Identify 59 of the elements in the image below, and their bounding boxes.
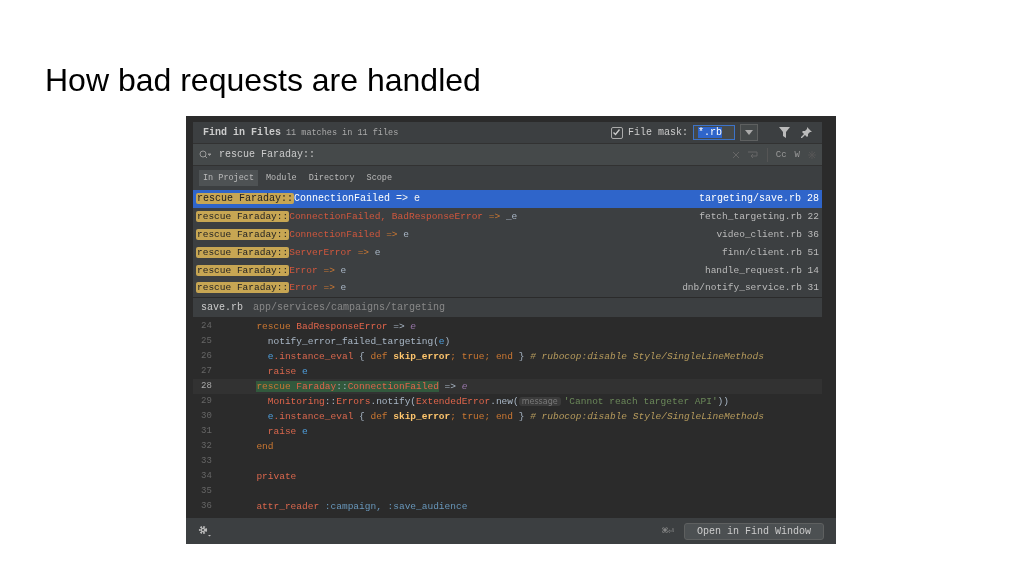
file-mask-label: File mask: xyxy=(628,127,688,138)
shortcut-hint: ⌘⏎ xyxy=(661,525,674,537)
result-code: ConnectionFailed, BadResponseError => _e xyxy=(289,211,518,223)
result-code: ConnectionFailed => e xyxy=(289,229,409,240)
file-location: finn/client.rb 51 xyxy=(722,246,819,258)
match-highlight: rescue Faraday:: xyxy=(196,193,294,205)
code-line: attr_reader :campaign, :save_audience xyxy=(255,500,468,512)
code-line: raise e xyxy=(266,425,308,437)
file-location: fetch_targeting.rb 22 xyxy=(699,211,819,223)
search-icon xyxy=(199,150,211,159)
line-number: 28 xyxy=(200,381,213,392)
scope-tab[interactable]: Scope xyxy=(362,170,397,186)
search-result-row[interactable]: rescue Faraday::ConnectionFailed, BadResponseError => _e fetch_targeting.rb 22 xyxy=(193,207,822,226)
scope-tab[interactable]: In Project xyxy=(199,170,258,186)
settings-icon[interactable] xyxy=(198,525,212,537)
code-line: e.instance_eval { def skip_error; true; end } # rubocop:disable Style/SingleLineMethods xyxy=(266,350,764,362)
slide-title: How bad requests are handled xyxy=(45,61,482,100)
open-in-find-window-button[interactable]: Open in Find Window xyxy=(683,522,824,540)
code-line: private xyxy=(255,470,297,482)
pin-icon[interactable] xyxy=(801,127,812,138)
file-mask-checkbox[interactable] xyxy=(611,126,623,139)
file-location: dnb/notify_service.rb 31 xyxy=(682,282,819,294)
code-line: notify_error_failed_targeting(e) xyxy=(266,335,451,347)
line-number: 31 xyxy=(200,426,213,437)
match-highlight: rescue Faraday:: xyxy=(196,246,290,258)
preview-file-name: save.rb xyxy=(201,301,243,313)
result-code: ConnectionFailed => e xyxy=(294,193,421,205)
result-code: Error => e xyxy=(289,282,347,294)
code-line: rescue BadResponseError => e xyxy=(255,320,417,332)
search-result-row[interactable]: rescue Faraday::Error => e handle_request.rb 14 xyxy=(193,261,822,279)
search-result-row[interactable]: rescue Faraday::Error => e dnb/notify_service.rb 31 xyxy=(193,279,822,297)
caret-icon xyxy=(745,130,753,135)
file-mask-field[interactable]: *.rb xyxy=(693,125,735,140)
dropdown-button[interactable] xyxy=(740,124,758,141)
code-line: end xyxy=(255,440,274,452)
filter-icon[interactable] xyxy=(779,127,790,138)
search-field[interactable]: rescue Faraday:: xyxy=(219,149,724,160)
match-highlight: rescue Faraday:: xyxy=(196,282,290,294)
match-highlight: rescue Faraday:: xyxy=(196,229,290,240)
file-location: handle_request.rb 14 xyxy=(704,264,819,276)
code-line: raise e xyxy=(266,365,308,377)
toggle-button[interactable]: Cc xyxy=(775,149,787,160)
preview-file-path: app/services/campaigns/targeting xyxy=(253,301,446,313)
match-highlight: rescue Faraday:: xyxy=(196,264,290,276)
result-code: ServerError => e xyxy=(289,246,381,258)
search-result-row[interactable]: rescue Faraday::ConnectionFailed => e video_client.rb 36 xyxy=(193,225,822,244)
code-line: rescue Faraday::ConnectionFailed => e xyxy=(255,380,468,392)
dialog-title: Find in Files xyxy=(203,127,281,138)
file-location: targeting/save.rb 28 xyxy=(698,193,819,205)
scope-tab[interactable]: Module xyxy=(262,170,301,186)
search-result-row[interactable]: rescue Faraday::ServerError => e finn/client.rb 51 xyxy=(193,243,822,262)
scope-tab[interactable]: Directory xyxy=(304,170,359,186)
match-highlight: rescue Faraday:: xyxy=(196,211,290,223)
file-location: video_client.rb 36 xyxy=(716,229,819,240)
search-result-row[interactable]: rescue Faraday::ConnectionFailed => e targeting/save.rb 28 xyxy=(193,190,822,208)
result-code: Error => e xyxy=(289,264,347,276)
toggle-button[interactable]: W xyxy=(794,149,800,160)
code-line: e.instance_eval { def skip_error; true; end } # rubocop:disable Style/SingleLineMethods xyxy=(266,410,764,422)
match-count: 11 matches in 11 files xyxy=(286,127,399,138)
